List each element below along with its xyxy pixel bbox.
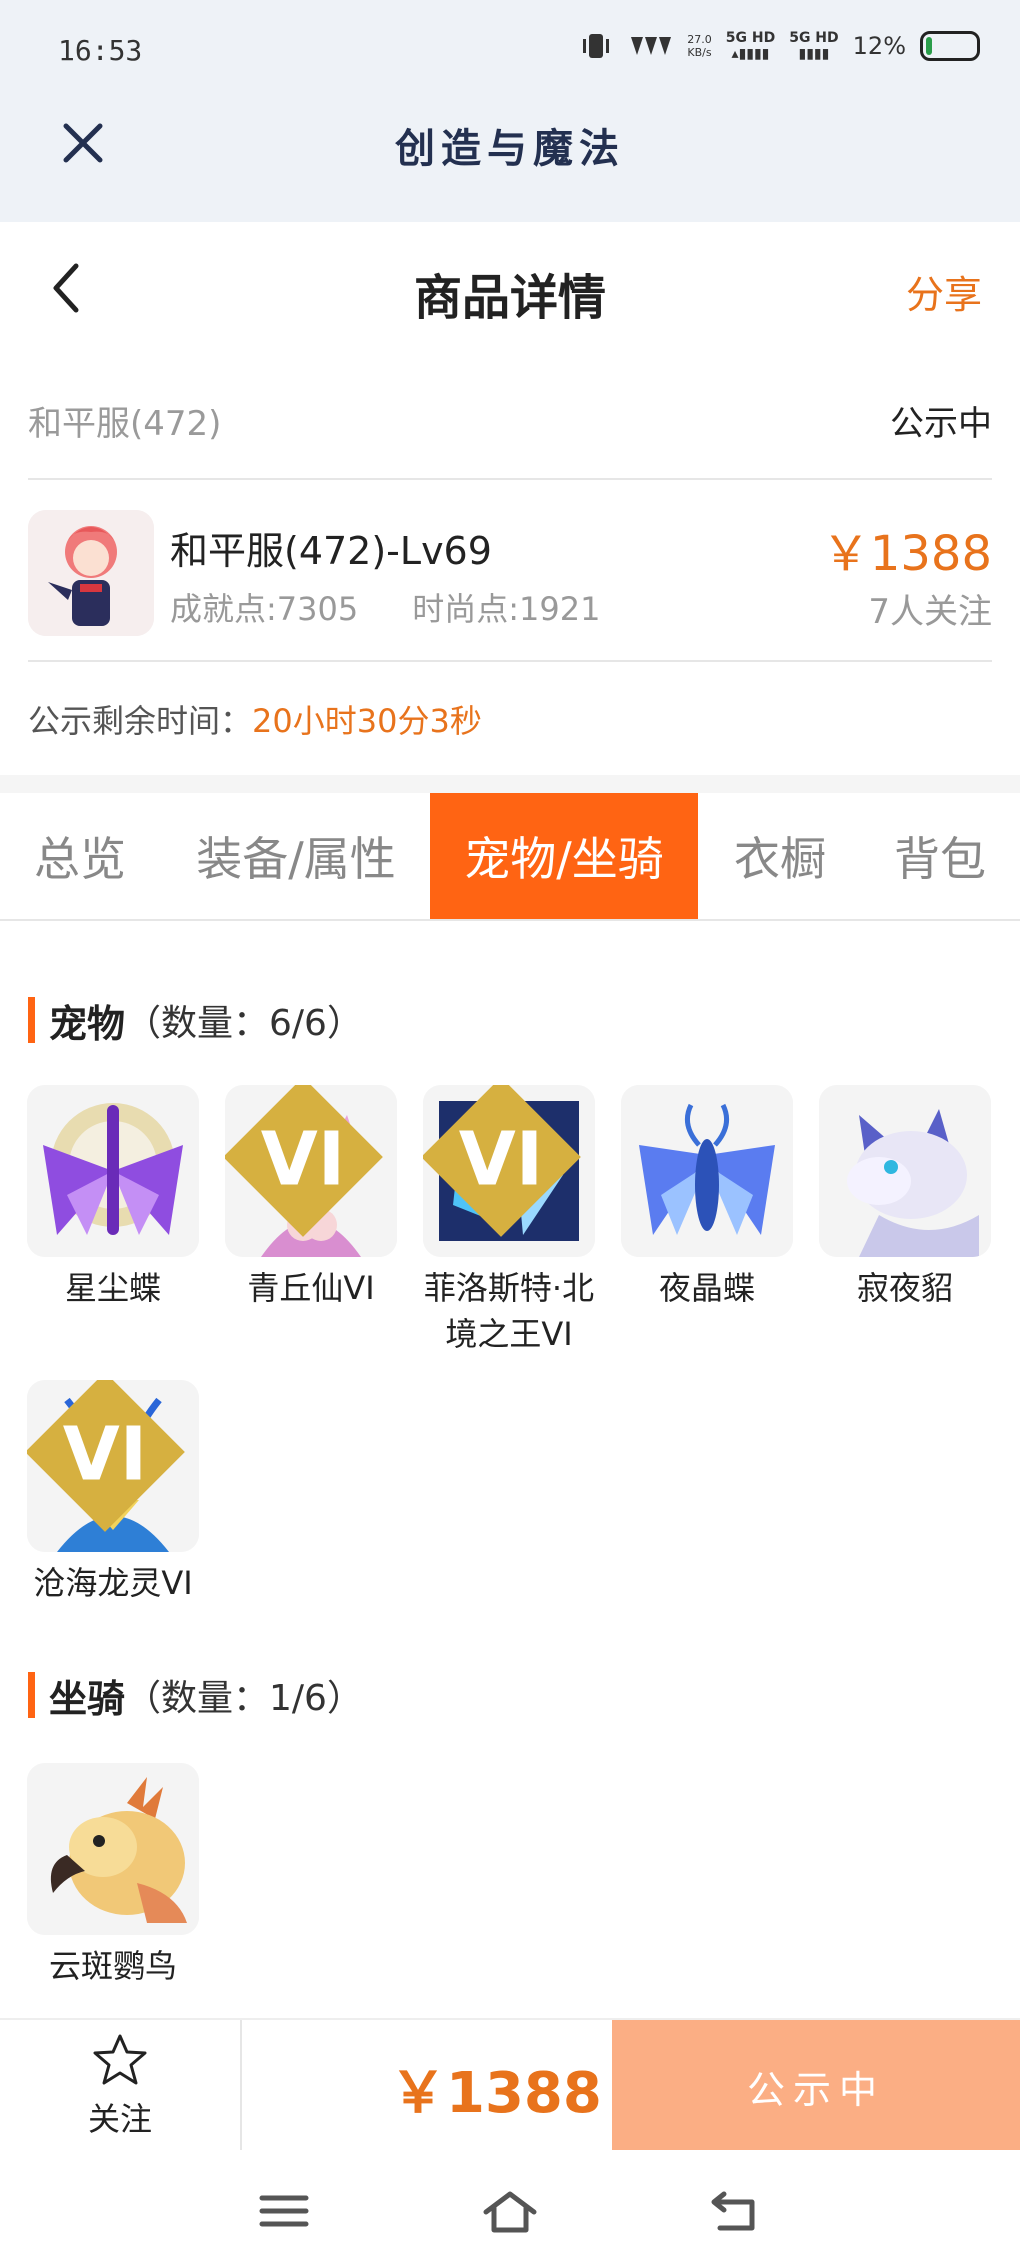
pet-card[interactable]: 星尘蝶 [27, 1085, 199, 1311]
mount-image [27, 1763, 199, 1935]
pet-name: 寂夜貂 [856, 1269, 953, 1307]
fashion-points: 时尚点:1921 [412, 590, 601, 628]
signal-2: 5G HD ▮▮▮▮ [789, 30, 839, 62]
character-summary: 和平服(472)-Lv69 成就点:7305 时尚点:1921 ￥1388 7人… [28, 500, 992, 662]
section-title: 坐骑 [49, 1676, 126, 1721]
pet-image: VI [423, 1085, 595, 1257]
app-header: 16:53 27.0 KB/s 5G HD ▴▮▮▮▮ 5G HD ▮▮▮▮ 12% … [0, 0, 1020, 222]
pet-card[interactable]: VI 沧海龙灵VI [27, 1380, 199, 1606]
signal-1: 5G HD ▴▮▮▮▮ [725, 30, 776, 62]
bottom-action-bar: 关注 ￥1388 公示中 [0, 2018, 1020, 2152]
listing-status: 公示中 [890, 404, 992, 444]
buy-status-button[interactable]: 公示中 [612, 2020, 1020, 2152]
server-name: 和平服(472) [28, 404, 222, 444]
tab-overview[interactable]: 总览 [0, 793, 160, 919]
vi-badge: VI [423, 1085, 581, 1237]
vi-badge: VI [225, 1085, 383, 1237]
vi-badge: VI [27, 1380, 185, 1532]
vibrate-icon [583, 34, 610, 58]
tab-backpack[interactable]: 背包 [870, 793, 1010, 919]
battery-icon [920, 31, 980, 61]
share-button[interactable]: 分享 [906, 264, 982, 319]
follow-label: 关注 [87, 2100, 152, 2138]
avatar [28, 510, 154, 636]
tab-bar: 总览 装备/属性 宠物/坐骑 衣橱 背包 [0, 793, 1020, 921]
svg-text:VI: VI [63, 1413, 147, 1498]
pet-image [27, 1085, 199, 1257]
section-count: （数量：1/6） [125, 1678, 363, 1719]
pet-name: 夜晶蝶 [658, 1269, 755, 1307]
achievement-points: 成就点:7305 [170, 590, 359, 628]
section-accent [28, 1672, 35, 1718]
section-accent [28, 997, 35, 1043]
home-icon[interactable] [480, 2186, 540, 2236]
countdown-value: 20小时30分3秒 [252, 702, 482, 740]
character-stats: 成就点:7305 时尚点:1921 [170, 584, 600, 630]
character-name: 和平服(472)-Lv69 [170, 529, 492, 573]
system-nav-bar [0, 2150, 1020, 2267]
pet-image [819, 1085, 991, 1257]
app-title: 创造与魔法 [395, 125, 625, 172]
pets-section-header: 宠物 （数量：6/6） [28, 995, 363, 1046]
section-title: 宠物 [49, 1001, 126, 1046]
pet-name: 星尘蝶 [64, 1269, 161, 1307]
follow-button[interactable]: 关注 [0, 2020, 242, 2152]
pet-card[interactable]: 夜晶蝶 [621, 1085, 793, 1311]
pet-image: VI [225, 1085, 397, 1257]
svg-text:VI: VI [261, 1118, 345, 1203]
section-count: （数量：6/6） [125, 1003, 363, 1044]
pet-image: VI [27, 1380, 199, 1552]
wifi-icon [631, 37, 672, 55]
battery-percent: 12% [852, 32, 906, 60]
publicity-countdown: 公示剩余时间：20小时30分3秒 [28, 702, 482, 740]
pet-image [621, 1085, 793, 1257]
status-time: 16:53 [58, 34, 143, 67]
mount-card[interactable]: 云斑鹦鸟 [27, 1763, 199, 1989]
tab-pets-mounts[interactable]: 宠物/坐骑 [430, 793, 698, 919]
menu-icon[interactable] [254, 2186, 314, 2236]
pet-name: 青丘仙VI [247, 1269, 375, 1307]
pet-card[interactable]: VI 菲洛斯特·北境之王VI [423, 1085, 595, 1357]
pet-name: 菲洛斯特·北境之王VI [423, 1269, 595, 1353]
item-price: ￥1388 [821, 526, 992, 582]
bottom-price: ￥1388 [390, 2061, 602, 2126]
follower-count: 7人关注 [868, 592, 992, 632]
star-icon [93, 2034, 147, 2085]
svg-text:VI: VI [459, 1118, 543, 1203]
back-nav-icon[interactable] [706, 2186, 766, 2236]
pet-card[interactable]: VI 青丘仙VI [225, 1085, 397, 1311]
divider [0, 775, 1020, 793]
pet-name: 沧海龙灵VI [33, 1564, 193, 1602]
tab-equipment[interactable]: 装备/属性 [172, 793, 420, 919]
mount-name: 云斑鹦鸟 [48, 1947, 177, 1985]
server-row: 和平服(472) 公示中 [28, 390, 992, 480]
status-icons: 27.0 KB/s 5G HD ▴▮▮▮▮ 5G HD ▮▮▮▮ 12% [579, 30, 980, 62]
tab-wardrobe[interactable]: 衣橱 [710, 793, 850, 919]
pet-card[interactable]: 寂夜貂 [819, 1085, 991, 1311]
net-speed: 27.0 KB/s [687, 33, 712, 59]
page-title: 商品详情 [413, 270, 606, 326]
mounts-section-header: 坐骑 （数量：1/6） [28, 1670, 363, 1721]
